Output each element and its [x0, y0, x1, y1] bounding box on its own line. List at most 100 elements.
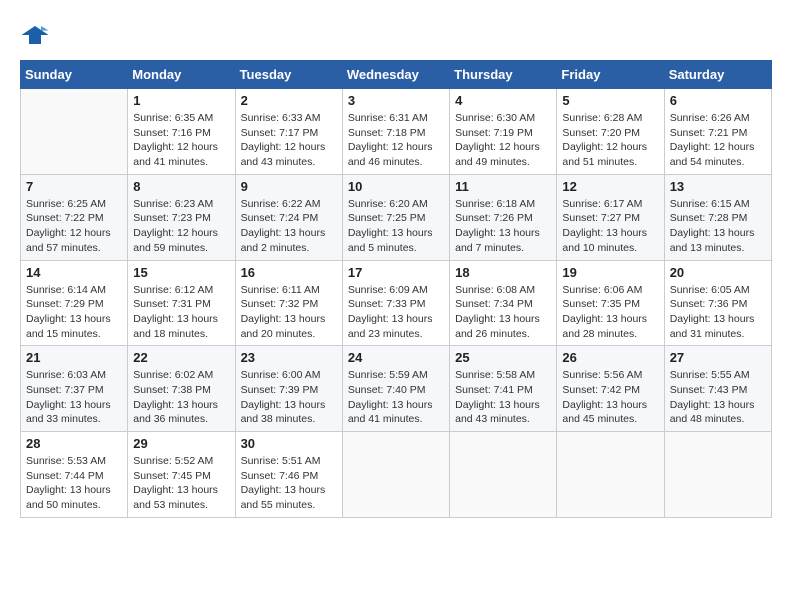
day-info: Sunrise: 6:23 AM Sunset: 7:23 PM Dayligh…: [133, 197, 229, 256]
day-number: 18: [455, 265, 551, 280]
day-info: Sunrise: 6:06 AM Sunset: 7:35 PM Dayligh…: [562, 283, 658, 342]
day-number: 30: [241, 436, 337, 451]
day-number: 29: [133, 436, 229, 451]
calendar-cell: 17 Sunrise: 6:09 AM Sunset: 7:33 PM Dayli…: [342, 260, 449, 346]
day-info: Sunrise: 5:59 AM Sunset: 7:40 PM Dayligh…: [348, 368, 444, 427]
calendar-cell: [342, 432, 449, 518]
calendar-cell: 24 Sunrise: 5:59 AM Sunset: 7:40 PM Dayli…: [342, 346, 449, 432]
day-info: Sunrise: 5:51 AM Sunset: 7:46 PM Dayligh…: [241, 454, 337, 513]
day-number: 11: [455, 179, 551, 194]
calendar-cell: 11 Sunrise: 6:18 AM Sunset: 7:26 PM Dayli…: [450, 174, 557, 260]
calendar-cell: 25 Sunrise: 5:58 AM Sunset: 7:41 PM Dayli…: [450, 346, 557, 432]
day-number: 20: [670, 265, 766, 280]
weekday-header-sunday: Sunday: [21, 61, 128, 89]
calendar-cell: 2 Sunrise: 6:33 AM Sunset: 7:17 PM Daylig…: [235, 89, 342, 175]
day-info: Sunrise: 6:05 AM Sunset: 7:36 PM Dayligh…: [670, 283, 766, 342]
day-number: 9: [241, 179, 337, 194]
calendar-cell: 5 Sunrise: 6:28 AM Sunset: 7:20 PM Daylig…: [557, 89, 664, 175]
day-number: 23: [241, 350, 337, 365]
day-info: Sunrise: 6:28 AM Sunset: 7:20 PM Dayligh…: [562, 111, 658, 170]
calendar-week-2: 7Sunrise: 6:25 AM Sunset: 7:22 PM Daylig…: [21, 174, 772, 260]
calendar-cell: 6 Sunrise: 6:26 AM Sunset: 7:21 PM Daylig…: [664, 89, 771, 175]
calendar-cell: 10 Sunrise: 6:20 AM Sunset: 7:25 PM Dayli…: [342, 174, 449, 260]
weekday-header-wednesday: Wednesday: [342, 61, 449, 89]
calendar-cell: [664, 432, 771, 518]
day-number: 21: [26, 350, 122, 365]
calendar-cell: 29 Sunrise: 5:52 AM Sunset: 7:45 PM Dayli…: [128, 432, 235, 518]
day-number: 28: [26, 436, 122, 451]
day-info: Sunrise: 5:55 AM Sunset: 7:43 PM Dayligh…: [670, 368, 766, 427]
calendar-cell: [450, 432, 557, 518]
day-info: Sunrise: 6:25 AM Sunset: 7:22 PM Dayligh…: [26, 197, 122, 256]
calendar-cell: 13 Sunrise: 6:15 AM Sunset: 7:28 PM Dayli…: [664, 174, 771, 260]
day-info: Sunrise: 6:33 AM Sunset: 7:17 PM Dayligh…: [241, 111, 337, 170]
calendar-cell: 21 Sunrise: 6:03 AM Sunset: 7:37 PM Dayli…: [21, 346, 128, 432]
day-number: 3: [348, 93, 444, 108]
day-number: 24: [348, 350, 444, 365]
weekday-header-row: SundayMondayTuesdayWednesdayThursdayFrid…: [21, 61, 772, 89]
calendar-cell: 12Sunrise: 6:17 AM Sunset: 7:27 PM Dayli…: [557, 174, 664, 260]
day-number: 16: [241, 265, 337, 280]
calendar-cell: 22 Sunrise: 6:02 AM Sunset: 7:38 PM Dayli…: [128, 346, 235, 432]
weekday-header-tuesday: Tuesday: [235, 61, 342, 89]
day-info: Sunrise: 6:11 AM Sunset: 7:32 PM Dayligh…: [241, 283, 337, 342]
calendar-cell: 4 Sunrise: 6:30 AM Sunset: 7:19 PM Daylig…: [450, 89, 557, 175]
calendar-week-1: 1 Sunrise: 6:35 AM Sunset: 7:16 PM Daylig…: [21, 89, 772, 175]
calendar-cell: 1 Sunrise: 6:35 AM Sunset: 7:16 PM Daylig…: [128, 89, 235, 175]
day-info: Sunrise: 6:18 AM Sunset: 7:26 PM Dayligh…: [455, 197, 551, 256]
day-number: 8: [133, 179, 229, 194]
calendar-table: SundayMondayTuesdayWednesdayThursdayFrid…: [20, 60, 772, 518]
day-number: 19: [562, 265, 658, 280]
day-number: 10: [348, 179, 444, 194]
day-number: 2: [241, 93, 337, 108]
day-info: Sunrise: 5:52 AM Sunset: 7:45 PM Dayligh…: [133, 454, 229, 513]
calendar-cell: 15Sunrise: 6:12 AM Sunset: 7:31 PM Dayli…: [128, 260, 235, 346]
logo-icon: [20, 20, 50, 50]
day-info: Sunrise: 6:02 AM Sunset: 7:38 PM Dayligh…: [133, 368, 229, 427]
day-number: 17: [348, 265, 444, 280]
day-number: 5: [562, 93, 658, 108]
day-info: Sunrise: 5:56 AM Sunset: 7:42 PM Dayligh…: [562, 368, 658, 427]
day-info: Sunrise: 6:03 AM Sunset: 7:37 PM Dayligh…: [26, 368, 122, 427]
day-info: Sunrise: 6:14 AM Sunset: 7:29 PM Dayligh…: [26, 283, 122, 342]
calendar-cell: 14 Sunrise: 6:14 AM Sunset: 7:29 PM Dayli…: [21, 260, 128, 346]
calendar-cell: 20 Sunrise: 6:05 AM Sunset: 7:36 PM Dayli…: [664, 260, 771, 346]
calendar-cell: [557, 432, 664, 518]
day-info: Sunrise: 6:09 AM Sunset: 7:33 PM Dayligh…: [348, 283, 444, 342]
weekday-header-thursday: Thursday: [450, 61, 557, 89]
day-number: 4: [455, 93, 551, 108]
weekday-header-monday: Monday: [128, 61, 235, 89]
day-info: Sunrise: 5:53 AM Sunset: 7:44 PM Dayligh…: [26, 454, 122, 513]
logo: [20, 20, 54, 50]
calendar-cell: 23Sunrise: 6:00 AM Sunset: 7:39 PM Dayli…: [235, 346, 342, 432]
day-number: 27: [670, 350, 766, 365]
day-number: 22: [133, 350, 229, 365]
calendar-cell: 26 Sunrise: 5:56 AM Sunset: 7:42 PM Dayli…: [557, 346, 664, 432]
day-info: Sunrise: 6:15 AM Sunset: 7:28 PM Dayligh…: [670, 197, 766, 256]
calendar-week-3: 14 Sunrise: 6:14 AM Sunset: 7:29 PM Dayli…: [21, 260, 772, 346]
calendar-cell: 30 Sunrise: 5:51 AM Sunset: 7:46 PM Dayli…: [235, 432, 342, 518]
calendar-cell: 7Sunrise: 6:25 AM Sunset: 7:22 PM Daylig…: [21, 174, 128, 260]
page-header: [20, 20, 772, 50]
calendar-cell: [21, 89, 128, 175]
day-number: 15: [133, 265, 229, 280]
calendar-cell: 18Sunrise: 6:08 AM Sunset: 7:34 PM Dayli…: [450, 260, 557, 346]
day-number: 6: [670, 93, 766, 108]
day-info: Sunrise: 6:30 AM Sunset: 7:19 PM Dayligh…: [455, 111, 551, 170]
day-info: Sunrise: 5:58 AM Sunset: 7:41 PM Dayligh…: [455, 368, 551, 427]
calendar-week-4: 21 Sunrise: 6:03 AM Sunset: 7:37 PM Dayli…: [21, 346, 772, 432]
day-info: Sunrise: 6:31 AM Sunset: 7:18 PM Dayligh…: [348, 111, 444, 170]
day-info: Sunrise: 6:35 AM Sunset: 7:16 PM Dayligh…: [133, 111, 229, 170]
day-number: 14: [26, 265, 122, 280]
weekday-header-friday: Friday: [557, 61, 664, 89]
calendar-cell: 19 Sunrise: 6:06 AM Sunset: 7:35 PM Dayli…: [557, 260, 664, 346]
day-number: 25: [455, 350, 551, 365]
day-number: 26: [562, 350, 658, 365]
day-number: 1: [133, 93, 229, 108]
day-number: 13: [670, 179, 766, 194]
day-info: Sunrise: 6:22 AM Sunset: 7:24 PM Dayligh…: [241, 197, 337, 256]
calendar-cell: 8 Sunrise: 6:23 AM Sunset: 7:23 PM Daylig…: [128, 174, 235, 260]
day-info: Sunrise: 6:26 AM Sunset: 7:21 PM Dayligh…: [670, 111, 766, 170]
calendar-cell: 28 Sunrise: 5:53 AM Sunset: 7:44 PM Dayli…: [21, 432, 128, 518]
day-info: Sunrise: 6:20 AM Sunset: 7:25 PM Dayligh…: [348, 197, 444, 256]
